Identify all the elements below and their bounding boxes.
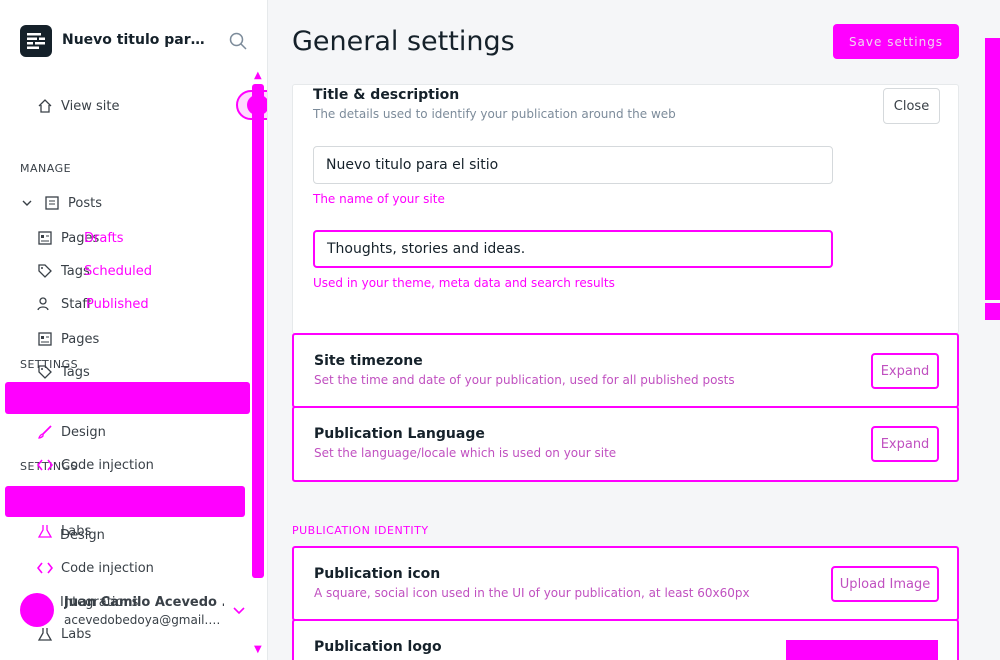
- sidebar-item-label: Design: [61, 424, 106, 440]
- expand-timezone-button[interactable]: Expand: [871, 353, 939, 389]
- card-description: Set the time and date of your publicatio…: [314, 373, 735, 387]
- sidebar-item-tags[interactable]: Tags: [36, 259, 90, 283]
- sidebar-item-staff[interactable]: Staff: [36, 292, 91, 316]
- close-button[interactable]: Close: [883, 88, 940, 124]
- sidebar-item-published[interactable]: Published: [86, 292, 149, 316]
- card-title: Title & description: [313, 87, 460, 103]
- sidebar-item-drafts[interactable]: Drafts: [84, 226, 124, 250]
- code-icon: [36, 456, 54, 474]
- save-button[interactable]: Save settings: [833, 24, 959, 59]
- search-icon[interactable]: [229, 32, 247, 50]
- upload-icon-button[interactable]: Upload Image: [831, 566, 939, 602]
- flask-icon: [36, 522, 54, 540]
- pages-icon: [36, 330, 54, 348]
- main-content: General settings Save settings Title & d…: [268, 0, 1000, 660]
- main-scrollbar-thumb[interactable]: [985, 303, 1000, 320]
- sidebar-item-label: Labs: [61, 626, 92, 642]
- card-title: Publication icon: [314, 566, 441, 582]
- sidebar-item-view-site[interactable]: View site: [36, 94, 119, 118]
- sidebar-item-label: Code injection: [61, 560, 154, 576]
- language-card: Publication Language Set the language/lo…: [292, 406, 959, 482]
- brush-icon: [36, 423, 54, 441]
- avatar[interactable]: [20, 593, 54, 627]
- sidebar: Nuevo titulo para ... View site MANAGE P…: [0, 0, 268, 660]
- staff-icon: [36, 295, 54, 313]
- card-description: The details used to identify your public…: [313, 107, 676, 121]
- posts-icon: [43, 194, 61, 212]
- site-description-hint: Used in your theme, meta data and search…: [313, 276, 615, 290]
- title-description-card: Title & description The details used to …: [292, 84, 959, 334]
- sidebar-item-posts[interactable]: Posts: [18, 191, 102, 215]
- card-title: Publication logo: [314, 639, 442, 655]
- user-email: acevedobedoya@gmail.c...: [64, 613, 224, 627]
- main-scrollbar[interactable]: [985, 38, 1000, 300]
- flask-icon: [36, 625, 54, 643]
- active-nav-highlight[interactable]: [5, 382, 250, 414]
- sidebar-item-code-injection-2[interactable]: Code injection: [36, 556, 154, 580]
- brand-logo[interactable]: [20, 25, 52, 57]
- site-title[interactable]: Nuevo titulo para ...: [62, 32, 212, 48]
- chevron-down-icon[interactable]: [18, 194, 36, 212]
- timezone-card: Site timezone Set the time and date of y…: [292, 333, 959, 408]
- sidebar-item-label: Tags: [61, 364, 90, 380]
- upload-logo-button[interactable]: [786, 640, 938, 660]
- sidebar-item-tags-2[interactable]: Tags: [36, 360, 90, 384]
- sidebar-item-label: Scheduled: [84, 263, 152, 279]
- manage-section-label: MANAGE: [20, 162, 72, 175]
- card-description: Set the language/locale which is used on…: [314, 446, 617, 460]
- sidebar-item-label: Published: [86, 296, 149, 312]
- card-title: Publication Language: [314, 426, 485, 442]
- tag-icon: [36, 262, 54, 280]
- active-nav-highlight-2[interactable]: [5, 486, 245, 517]
- tag-icon: [36, 363, 54, 381]
- sidebar-item-design[interactable]: Design: [36, 420, 106, 444]
- menu-icon: [27, 33, 45, 49]
- sidebar-item-label: Pages: [61, 331, 100, 347]
- sidebar-item-label: Drafts: [84, 230, 124, 246]
- scroll-thumb[interactable]: [247, 95, 267, 115]
- card-description: A square, social icon used in the UI of …: [314, 586, 750, 600]
- chevron-down-icon[interactable]: [232, 603, 246, 617]
- code-icon: [36, 559, 54, 577]
- home-icon: [36, 97, 54, 115]
- card-title: Site timezone: [314, 353, 423, 369]
- user-name[interactable]: Juan Camilo Acevedo ...: [64, 595, 224, 610]
- publication-icon-card: Publication icon A square, social icon u…: [292, 546, 959, 621]
- sidebar-item-label: Posts: [68, 195, 102, 211]
- scroll-up-arrow[interactable]: ▲: [254, 70, 262, 81]
- sidebar-item-scheduled[interactable]: Scheduled: [84, 259, 152, 283]
- sidebar-item-label: Design: [60, 527, 105, 543]
- pages-icon: [36, 229, 54, 247]
- page-title: General settings: [292, 26, 515, 57]
- sidebar-scrollbar[interactable]: [252, 84, 264, 578]
- sidebar-item-design-2[interactable]: Design: [60, 523, 105, 547]
- scroll-down-arrow[interactable]: ▼: [254, 644, 262, 655]
- sidebar-item-pages-2[interactable]: Pages: [36, 327, 99, 351]
- site-title-hint: The name of your site: [313, 192, 445, 206]
- sidebar-item-label: Code injection: [61, 457, 154, 473]
- sidebar-item-code-injection[interactable]: Code injection: [36, 453, 154, 477]
- site-description-input[interactable]: Thoughts, stories and ideas.: [313, 230, 833, 268]
- expand-language-button[interactable]: Expand: [871, 426, 939, 462]
- publication-identity-label: PUBLICATION IDENTITY: [292, 524, 429, 537]
- site-title-input[interactable]: Nuevo titulo para el sitio: [313, 146, 833, 184]
- sidebar-item-label: View site: [61, 98, 120, 114]
